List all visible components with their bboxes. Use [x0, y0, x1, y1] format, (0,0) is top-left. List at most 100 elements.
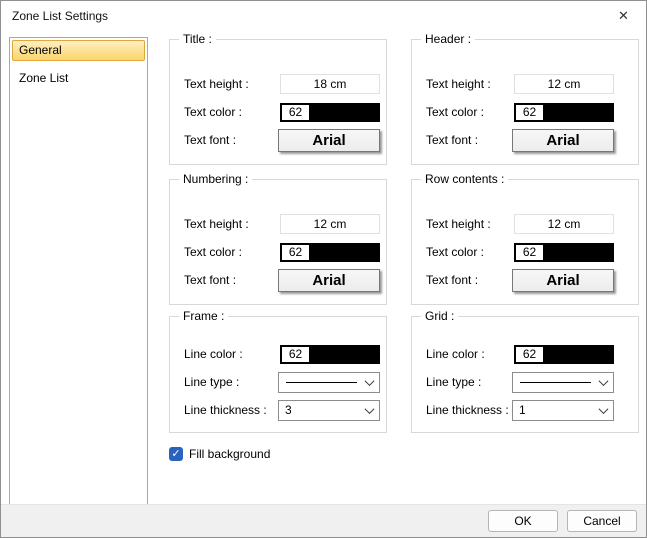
line-thickness-label: Line thickness :	[426, 403, 509, 417]
numbering-text-height-input[interactable]	[280, 214, 380, 234]
frame-line-color-picker[interactable]: 62	[280, 345, 380, 364]
text-color-label: Text color :	[426, 105, 484, 119]
frame-line-type-select[interactable]	[278, 372, 380, 393]
sidebar-item-general[interactable]: General	[12, 40, 145, 61]
title-text-font-row: Text font : Arial	[170, 126, 386, 154]
text-color-label: Text color :	[184, 105, 242, 119]
header-text-color-picker[interactable]: 62	[514, 103, 614, 122]
title-text-height-row: Text height :	[170, 70, 386, 98]
header-text-font-row: Text font : Arial	[412, 126, 638, 154]
numbering-text-font-button[interactable]: Arial	[278, 269, 380, 292]
title-text-font-button[interactable]: Arial	[278, 129, 380, 152]
line-thickness-value: 1	[513, 403, 593, 417]
group-grid-legend: Grid :	[421, 309, 458, 323]
titlebar: Zone List Settings ✕	[1, 1, 646, 31]
grid-line-type-row: Line type :	[412, 368, 638, 396]
numbering-text-height-row: Text height :	[170, 210, 386, 238]
text-height-label: Text height :	[426, 217, 491, 231]
line-type-label: Line type :	[184, 375, 239, 389]
group-box-title: Title : Text height : Text color : 62 Te…	[169, 39, 387, 165]
solid-line-preview	[286, 382, 357, 383]
row-contents-text-color-picker[interactable]: 62	[514, 243, 614, 262]
grid-line-type-select[interactable]	[512, 372, 614, 393]
line-thickness-label: Line thickness :	[184, 403, 267, 417]
grid-line-color-row: Line color : 62	[412, 340, 638, 368]
chevron-down-icon	[593, 373, 613, 392]
color-swatch	[309, 245, 378, 260]
frame-line-thickness-select[interactable]: 3	[278, 400, 380, 421]
solid-line-preview	[520, 382, 591, 383]
grid-line-thickness-select[interactable]: 1	[512, 400, 614, 421]
sidebar-item-zone-list[interactable]: Zone List	[12, 68, 145, 89]
color-swatch	[309, 347, 378, 362]
window-title: Zone List Settings	[1, 9, 108, 23]
color-index: 62	[282, 347, 309, 362]
group-box-grid: Grid : Line color : 62 Line type : Line …	[411, 316, 639, 433]
row-contents-text-font-button[interactable]: Arial	[512, 269, 614, 292]
title-text-color-row: Text color : 62	[170, 98, 386, 126]
group-numbering-legend: Numbering :	[179, 172, 252, 186]
color-index: 62	[516, 105, 543, 120]
text-font-label: Text font :	[426, 273, 478, 287]
zone-list-settings-dialog: Zone List Settings ✕ General Zone List T…	[0, 0, 647, 538]
close-icon[interactable]: ✕	[601, 1, 646, 31]
group-box-numbering: Numbering : Text height : Text color : 6…	[169, 179, 387, 305]
text-color-label: Text color :	[426, 245, 484, 259]
header-text-color-row: Text color : 62	[412, 98, 638, 126]
fill-background-checkbox[interactable]: ✓ Fill background	[169, 447, 270, 461]
group-frame-legend: Frame :	[179, 309, 228, 323]
color-swatch	[309, 105, 378, 120]
cancel-button[interactable]: Cancel	[567, 510, 637, 532]
title-text-height-input[interactable]	[280, 74, 380, 94]
group-header-legend: Header :	[421, 32, 475, 46]
color-swatch	[543, 347, 612, 362]
line-thickness-value: 3	[279, 403, 359, 417]
ok-button[interactable]: OK	[488, 510, 558, 532]
color-swatch	[543, 245, 612, 260]
color-index: 62	[282, 245, 309, 260]
fill-background-label: Fill background	[189, 447, 270, 461]
line-color-label: Line color :	[184, 347, 243, 361]
color-index: 62	[516, 245, 543, 260]
group-box-frame: Frame : Line color : 62 Line type : Line…	[169, 316, 387, 433]
text-font-label: Text font :	[184, 273, 236, 287]
color-index: 62	[516, 347, 543, 362]
text-font-label: Text font :	[184, 133, 236, 147]
text-font-label: Text font :	[426, 133, 478, 147]
sidebar-item-label: Zone List	[19, 71, 68, 85]
numbering-text-font-row: Text font : Arial	[170, 266, 386, 294]
text-height-label: Text height :	[184, 77, 249, 91]
group-box-row-contents: Row contents : Text height : Text color …	[411, 179, 639, 305]
category-list: General Zone List	[9, 37, 148, 505]
chevron-down-icon	[359, 401, 379, 420]
color-swatch	[543, 105, 612, 120]
grid-line-color-picker[interactable]: 62	[514, 345, 614, 364]
checkmark-icon: ✓	[169, 447, 183, 461]
frame-line-type-row: Line type :	[170, 368, 386, 396]
dialog-footer: OK Cancel	[1, 504, 646, 537]
row-contents-text-height-input[interactable]	[514, 214, 614, 234]
text-height-label: Text height :	[426, 77, 491, 91]
group-row-contents-legend: Row contents :	[421, 172, 508, 186]
row-contents-text-height-row: Text height :	[412, 210, 638, 238]
group-title-legend: Title :	[179, 32, 216, 46]
line-type-label: Line type :	[426, 375, 481, 389]
frame-line-thickness-row: Line thickness : 3	[170, 396, 386, 424]
chevron-down-icon	[593, 401, 613, 420]
grid-line-thickness-row: Line thickness : 1	[412, 396, 638, 424]
header-text-font-button[interactable]: Arial	[512, 129, 614, 152]
row-contents-text-font-row: Text font : Arial	[412, 266, 638, 294]
header-text-height-input[interactable]	[514, 74, 614, 94]
numbering-text-color-row: Text color : 62	[170, 238, 386, 266]
sidebar-item-label: General	[19, 43, 62, 57]
group-box-header: Header : Text height : Text color : 62 T…	[411, 39, 639, 165]
text-height-label: Text height :	[184, 217, 249, 231]
chevron-down-icon	[359, 373, 379, 392]
row-contents-text-color-row: Text color : 62	[412, 238, 638, 266]
text-color-label: Text color :	[184, 245, 242, 259]
header-text-height-row: Text height :	[412, 70, 638, 98]
color-index: 62	[282, 105, 309, 120]
title-text-color-picker[interactable]: 62	[280, 103, 380, 122]
numbering-text-color-picker[interactable]: 62	[280, 243, 380, 262]
frame-line-color-row: Line color : 62	[170, 340, 386, 368]
